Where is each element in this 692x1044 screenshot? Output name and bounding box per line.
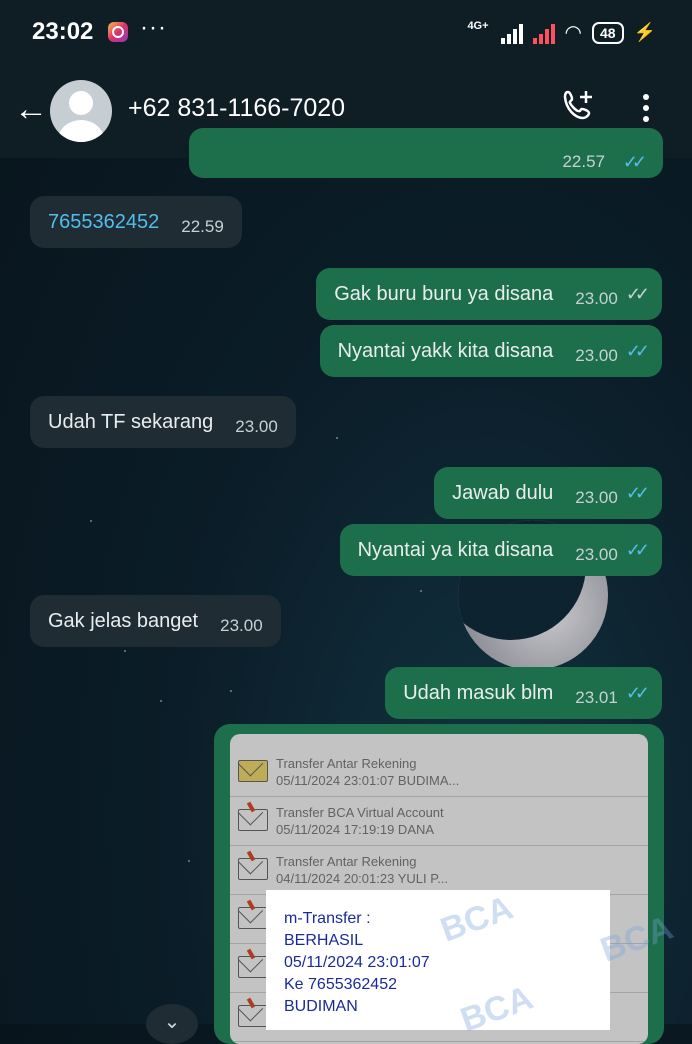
envelope-icon — [238, 809, 268, 831]
envelope-icon — [238, 907, 268, 929]
message-text: Udah masuk blm — [403, 682, 554, 704]
wifi-icon: ◠ — [564, 22, 582, 44]
transaction-row: Transfer Antar Rekening 05/11/2024 23:01… — [230, 748, 648, 797]
read-ticks-icon: ✓✓ — [625, 540, 650, 560]
scroll-down-button[interactable]: ⌄ — [146, 1004, 198, 1044]
clock: 23:02 — [32, 18, 94, 45]
message-incoming[interactable]: Udah TF sekarang 23.00 — [30, 396, 296, 448]
message-text[interactable]: 7655362452 — [48, 196, 159, 248]
message-incoming[interactable]: Gak jelas banget 23.00 — [30, 595, 281, 647]
message-time: 23.00 — [235, 417, 278, 436]
back-arrow-icon[interactable]: ← — [14, 90, 48, 129]
message-time: 23.00 — [575, 488, 618, 507]
message-time: 23.00 — [575, 545, 618, 564]
read-ticks-icon: ✓✓ — [625, 483, 650, 503]
message-outgoing[interactable]: Gak buru buru ya disana 23.00 ✓✓ — [316, 268, 662, 320]
message-time: 23.01 — [575, 688, 618, 707]
message-text: Udah TF sekarang — [48, 411, 214, 433]
envelope-open-icon — [238, 760, 268, 782]
envelope-icon — [238, 956, 268, 978]
charging-icon: ⚡ — [633, 22, 656, 42]
network-type: 4G+ — [467, 20, 489, 32]
instagram-icon — [108, 22, 128, 42]
delivered-ticks-icon: ✓✓ — [625, 284, 650, 304]
transaction-row: Transfer Antar Rekening 04/11/2024 20:01… — [230, 846, 648, 895]
overflow-menu-icon[interactable] — [643, 94, 649, 122]
more-notifications-icon: ··· — [140, 14, 167, 41]
message-incoming[interactable]: 7655362452 22.59 — [30, 196, 242, 248]
message-text: Nyantai yakk kita disana — [337, 340, 554, 362]
message-text: Gak jelas banget — [48, 610, 199, 632]
no-signal-icon — [532, 22, 555, 44]
message-outgoing[interactable]: Nyantai yakk kita disana 23.00 ✓✓ — [319, 325, 662, 377]
contact-name[interactable]: +62 831-1166-7020 — [128, 94, 345, 123]
transfer-receipt: m-Transfer : BERHASIL 05/11/2024 23:01:0… — [266, 890, 610, 1030]
read-ticks-icon: ✓✓ — [625, 341, 650, 361]
message-outgoing[interactable]: Jawab dulu 23.00 ✓✓ — [434, 467, 662, 519]
message-time: 23.00 — [575, 346, 618, 365]
add-call-icon[interactable] — [560, 88, 596, 132]
message-text: Gak buru buru ya disana — [334, 283, 554, 305]
message-time: 22.57 — [562, 152, 605, 171]
envelope-icon — [238, 858, 268, 880]
transaction-row: Transfer BCA Virtual Account 05/11/2024 … — [230, 797, 648, 846]
signal-icon — [500, 22, 523, 44]
message-outgoing[interactable]: 22.57 ✓✓ — [189, 128, 663, 178]
message-time: 22.59 — [181, 217, 224, 236]
avatar[interactable] — [50, 80, 112, 142]
message-time: 23.00 — [575, 289, 618, 308]
message-text: Jawab dulu — [452, 482, 554, 504]
read-ticks-icon: ✓✓ — [625, 683, 650, 703]
read-ticks-icon: ✓✓ — [622, 152, 647, 172]
message-outgoing[interactable]: Nyantai ya kita disana 23.00 ✓✓ — [339, 524, 662, 576]
message-outgoing[interactable]: Udah masuk blm 23.01 ✓✓ — [385, 667, 662, 719]
status-bar: 23:02 ··· 4G+ ◠ 48 ⚡ — [0, 0, 692, 64]
battery-icon: 48 — [592, 21, 624, 44]
message-time: 23.00 — [220, 616, 263, 635]
message-text: Nyantai ya kita disana — [357, 539, 554, 561]
